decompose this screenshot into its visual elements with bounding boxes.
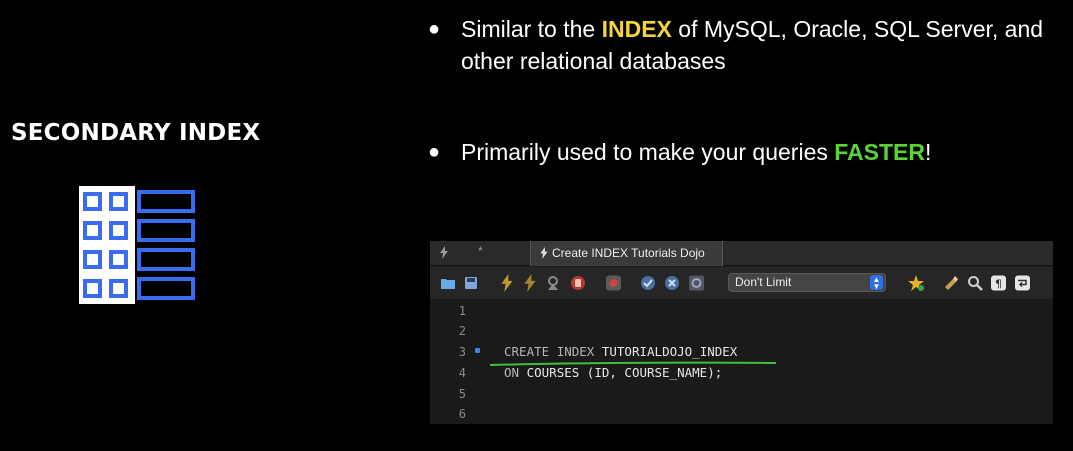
section-heading: SECONDARY INDEX (11, 120, 261, 146)
svg-text:¶: ¶ (995, 278, 1002, 291)
line-number: 1 (458, 304, 466, 318)
lightning-icon (540, 247, 548, 259)
sql-editor-window: * Create INDEX Tutorials Dojo Don't Limi… (430, 241, 1053, 424)
editor-toolbar: Don't Limit ▲ ▼ ¶ (430, 267, 1053, 299)
table-index-icon (79, 186, 195, 304)
highlight-faster: FASTER (834, 139, 925, 165)
code-line-3: CREATE INDEX TUTORIALDOJO_INDEX (504, 344, 738, 359)
code-line-4: ON COURSES (ID, COURSE_NAME); (504, 365, 723, 380)
line-number: 3 (458, 345, 466, 359)
bullet-dot: ● (428, 18, 441, 40)
code-area[interactable]: 1 2 3 4 5 6 CREATE INDEX TUTORIALDOJO_IN… (430, 299, 1053, 424)
bullet-text: Primarily used to make your queries FAST… (461, 139, 932, 165)
limit-rows-select[interactable]: Don't Limit ▲ ▼ (728, 273, 886, 292)
select-arrows-icon: ▲ ▼ (870, 275, 883, 291)
bullet-text: Similar to the INDEX of MySQL, Oracle, S… (461, 16, 1044, 74)
limit-rows-value: Don't Limit (735, 275, 792, 289)
tab-label: Create INDEX Tutorials Dojo (552, 246, 705, 260)
execute-icon[interactable] (500, 274, 514, 292)
lightning-icon (440, 246, 448, 259)
commit-icon[interactable] (640, 274, 656, 292)
stop-icon[interactable] (570, 274, 586, 292)
tab-create-index[interactable]: Create INDEX Tutorials Dojo (530, 241, 723, 266)
folder-icon[interactable] (440, 274, 456, 292)
tab-bar: * Create INDEX Tutorials Dojo (430, 241, 1053, 266)
autocommit-icon[interactable] (688, 274, 705, 292)
toggle-icon[interactable] (605, 274, 622, 292)
favorite-icon[interactable] (907, 274, 925, 292)
beautify-icon[interactable] (943, 274, 959, 292)
wrap-icon[interactable] (1014, 274, 1031, 292)
rollback-icon[interactable] (664, 274, 680, 292)
line-number: 5 (458, 387, 466, 401)
line-number: 2 (458, 324, 466, 338)
execute-current-icon[interactable] (523, 274, 537, 292)
invisibles-icon[interactable]: ¶ (990, 274, 1007, 292)
statement-marker-icon (475, 348, 480, 353)
line-number: 4 (458, 366, 466, 380)
find-icon[interactable] (967, 274, 983, 292)
tab-query-unsaved[interactable]: * (430, 241, 530, 266)
save-icon[interactable] (464, 274, 478, 292)
line-number: 6 (458, 407, 466, 421)
bullet-dot: ● (428, 141, 441, 163)
unsaved-marker: * (478, 244, 483, 258)
highlight-index: INDEX (601, 16, 672, 42)
explain-icon[interactable] (546, 274, 562, 292)
